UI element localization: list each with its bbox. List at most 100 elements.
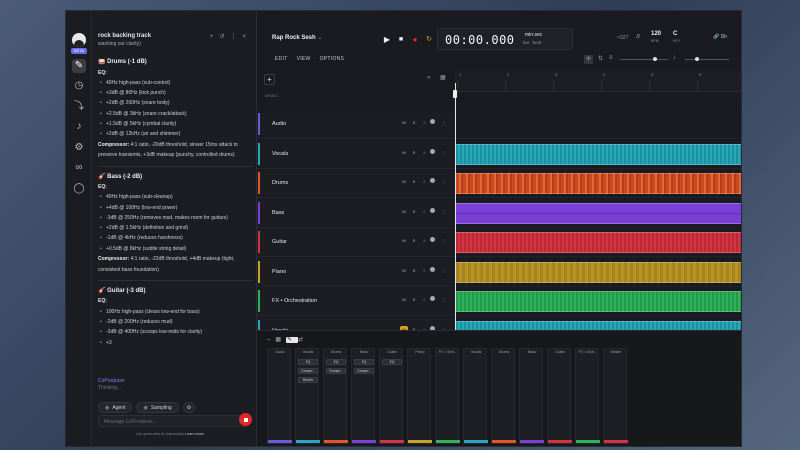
mixer-channel[interactable]: FX • Orch...: [435, 348, 460, 444]
menu-options[interactable]: OPTIONS: [320, 56, 345, 62]
effect-slot-button[interactable]: Reverb: [298, 377, 318, 383]
share-nodes-icon[interactable]: ⤵: [72, 100, 86, 114]
track-lane[interactable]: [455, 259, 741, 287]
solo-button[interactable]: S: [410, 119, 418, 127]
solo-button[interactable]: S: [410, 208, 418, 216]
effect-slot-button[interactable]: Compre...: [298, 368, 318, 374]
mute-button[interactable]: M: [400, 296, 408, 304]
agent-button[interactable]: ◉ Agent: [98, 402, 133, 413]
solo-button[interactable]: S: [410, 296, 418, 304]
record-arm-button[interactable]: [430, 148, 435, 154]
more-icon[interactable]: ⋮: [440, 237, 448, 245]
playhead[interactable]: [455, 83, 456, 330]
mute-button[interactable]: M: [400, 119, 408, 127]
track-lane[interactable]: [455, 288, 741, 316]
audio-clip[interactable]: [455, 143, 741, 165]
mixer-channel[interactable]: Drums EQ Compre...: [323, 348, 348, 444]
time-format[interactable]: min:sec: [525, 32, 542, 38]
bpm-value[interactable]: 120: [651, 31, 661, 37]
mute-button[interactable]: M: [400, 149, 408, 157]
mixer-channel[interactable]: Vocals: [463, 348, 488, 444]
height-icon[interactable]: ↕: [673, 55, 676, 61]
avatar[interactable]: [72, 33, 86, 47]
learn-more-link[interactable]: Learn more.: [185, 432, 204, 436]
track-lane[interactable]: [455, 229, 741, 257]
loop-icon[interactable]: ↻: [423, 34, 435, 46]
input-monitor-button[interactable]: I: [420, 296, 428, 304]
track-lane[interactable]: [455, 170, 741, 198]
mute-button[interactable]: M: [400, 178, 408, 186]
mixer-channel[interactable]: Piano: [407, 348, 432, 444]
audio-clip[interactable]: [455, 232, 741, 253]
grid-icon[interactable]: ≡: [609, 55, 613, 61]
fx-icon[interactable]: ✎: [286, 337, 299, 343]
mute-button[interactable]: M: [400, 208, 408, 216]
input-monitor-button[interactable]: I: [420, 267, 428, 275]
more-icon[interactable]: ⋮: [440, 296, 448, 304]
grid-view-icon[interactable]: ▦: [440, 74, 446, 81]
more-icon[interactable]: ⋮: [440, 267, 448, 275]
audio-clip[interactable]: [455, 261, 741, 283]
link-icon[interactable]: ∞: [72, 161, 86, 175]
globe-icon[interactable]: ◯: [72, 182, 86, 196]
track-header[interactable]: Audio M S I ⋮: [257, 111, 455, 139]
input-monitor-button[interactable]: I: [420, 208, 428, 216]
track-header[interactable]: Bass M S I ⋮: [257, 199, 455, 228]
sampling-button[interactable]: ◉ Sampling: [136, 402, 179, 413]
record-arm-button[interactable]: [430, 266, 435, 272]
menu-edit[interactable]: EDIT: [275, 56, 288, 62]
more-icon[interactable]: ⋮: [440, 119, 448, 127]
effect-slot-button[interactable]: EQ: [354, 359, 374, 365]
metronome-icon[interactable]: ♬: [635, 33, 642, 40]
play-icon[interactable]: ▶: [381, 34, 393, 46]
mute-button[interactable]: M: [400, 267, 408, 275]
track-header[interactable]: Piano M S I ⋮: [257, 258, 455, 287]
track-lane[interactable]: [455, 111, 741, 139]
solo-button[interactable]: S: [410, 149, 418, 157]
mixer-channel[interactable]: Bass EQ Compre...: [351, 348, 376, 444]
time-format-alt[interactable]: bar : beat: [523, 40, 541, 45]
record-arm-button[interactable]: [430, 178, 435, 183]
mixer-channel[interactable]: Audio: [267, 348, 292, 444]
expand-icon[interactable]: »: [427, 75, 430, 81]
solo-button[interactable]: S: [410, 237, 418, 245]
tempo-multiplier[interactable]: ×32T: [617, 35, 629, 41]
mixer-channel[interactable]: Vocals EQ Compre... Reverb: [295, 348, 320, 444]
share-button[interactable]: 🔗 Sh: [713, 34, 727, 40]
message-input[interactable]: Message CoProducer...: [98, 415, 248, 427]
playhead-handle[interactable]: [453, 90, 457, 98]
mixer-grid-icon[interactable]: ▦: [275, 337, 286, 343]
mixer-channel[interactable]: FX • Orch...: [575, 348, 600, 444]
effect-slot-button[interactable]: EQ: [382, 359, 402, 365]
record-arm-button[interactable]: [430, 237, 435, 242]
more-icon[interactable]: ⋮: [440, 178, 448, 186]
track-name[interactable]: FX • Orchestration: [272, 298, 317, 304]
record-arm-button[interactable]: [430, 296, 435, 301]
track-name[interactable]: Piano: [272, 269, 286, 275]
record-arm-button[interactable]: [430, 119, 435, 124]
mute-button[interactable]: M: [400, 237, 408, 245]
more-icon[interactable]: ⋮: [440, 149, 448, 157]
timeline-ruler[interactable]: 12345678: [455, 70, 741, 92]
track-name[interactable]: Audio: [272, 121, 286, 127]
key-value[interactable]: C: [673, 31, 677, 37]
history-icon[interactable]: ◷: [72, 79, 86, 93]
track-lane[interactable]: [455, 141, 741, 169]
more-icon[interactable]: ⋮: [440, 208, 448, 216]
audio-clip[interactable]: [455, 291, 741, 312]
horizontal-zoom-slider[interactable]: [620, 57, 668, 61]
audio-clip[interactable]: [455, 202, 741, 224]
track-name[interactable]: Guitar: [272, 239, 287, 245]
tool-icon[interactable]: ⇅: [598, 55, 603, 62]
effect-slot-button[interactable]: EQ: [298, 359, 318, 365]
project-name[interactable]: Rap Rock Sesh ⌄: [272, 34, 322, 41]
record-arm-button[interactable]: [430, 207, 435, 213]
audio-clip[interactable]: [455, 173, 741, 194]
solo-button[interactable]: S: [410, 267, 418, 275]
mixer-channel[interactable]: Bass: [519, 348, 544, 444]
effect-slot-button[interactable]: Compre...: [354, 368, 374, 374]
track-name[interactable]: Bass: [272, 210, 284, 216]
track-header[interactable]: Drums M S I ⋮: [257, 170, 455, 198]
track-lane[interactable]: [455, 200, 741, 228]
snap-icon[interactable]: ⊹: [584, 55, 593, 64]
